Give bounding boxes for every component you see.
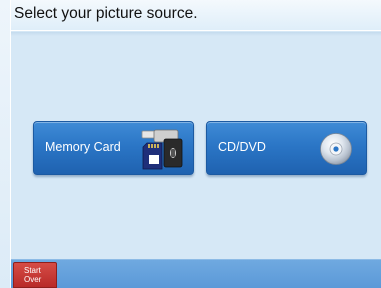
header-bar: Select your picture source.: [11, 0, 381, 31]
cd-dvd-label: CD/DVD: [218, 140, 266, 154]
memory-card-button[interactable]: Memory Card: [33, 121, 194, 175]
disc-icon: [320, 133, 352, 165]
bottom-bar: [11, 259, 381, 288]
header-divider: [11, 32, 381, 36]
left-margin-strip: [0, 0, 11, 288]
memory-card-label: Memory Card: [45, 140, 121, 154]
start-over-label: Start Over: [24, 266, 42, 284]
memory-card-icon: [141, 129, 183, 170]
start-over-button[interactable]: Start Over: [13, 262, 57, 288]
page-title: Select your picture source.: [14, 5, 198, 22]
cd-dvd-button[interactable]: CD/DVD: [206, 121, 367, 175]
